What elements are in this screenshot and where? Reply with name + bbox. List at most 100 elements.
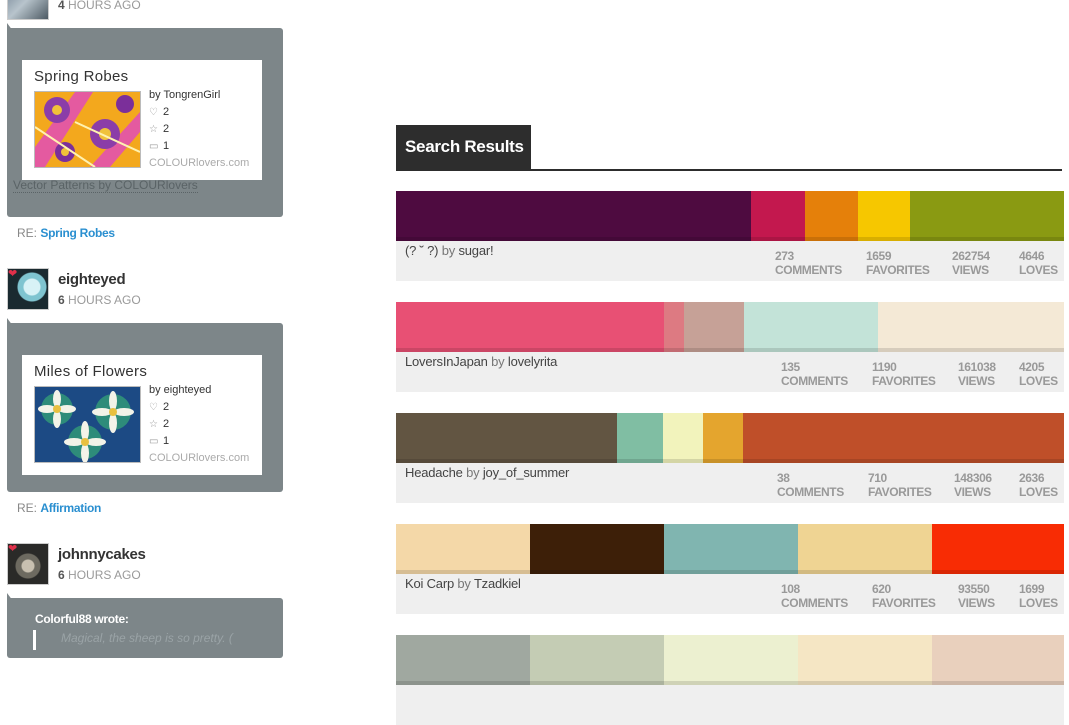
palette-result[interactable]: (? ˘ ?) by sugar! 273 COMMENTS 1659 FAVORITE…: [396, 191, 1064, 281]
color-swatch[interactable]: [396, 524, 530, 574]
stat-label: LOVES: [1019, 263, 1058, 277]
color-swatch[interactable]: [396, 413, 617, 463]
palette-author-link[interactable]: joy_of_summer: [483, 465, 569, 480]
site-name: COLOURlovers.com: [149, 157, 250, 169]
stat-value: 273: [775, 249, 794, 263]
favorites-count: 1659 FAVORITES: [866, 249, 930, 277]
group-link[interactable]: Vector Patterns by COLOURlovers: [13, 178, 198, 193]
pattern-preview[interactable]: Spring Robes by TongrenGirl ♡ 2 ☆ 2 ▭ 1 CO: [22, 60, 262, 180]
tab-underline: [396, 169, 1062, 171]
by-label: by: [457, 576, 471, 591]
pattern-title: Miles of Flowers: [34, 363, 148, 380]
shared-pattern-card[interactable]: Spring Robes by TongrenGirl ♡ 2 ☆ 2 ▭ 1 CO: [7, 23, 283, 217]
reply-reference: RE: Affirmation: [17, 501, 102, 515]
quote-bar: [33, 630, 36, 650]
color-swatch[interactable]: [932, 524, 1064, 574]
heart-icon: ♡: [149, 402, 158, 413]
palette-title: Headache by joy_of_summer: [405, 465, 569, 480]
comments-count: 135 COMMENTS: [781, 360, 848, 388]
pattern-thumbnail[interactable]: [34, 91, 141, 168]
views-count: 262754 VIEWS: [952, 249, 990, 277]
pattern-author: by TongrenGirl: [149, 89, 221, 101]
palette-result[interactable]: Koi Carp by Tzadkiel 108 COMMENTS 620 FAVORI…: [396, 524, 1064, 614]
palette-title-link[interactable]: Koi Carp: [405, 576, 454, 591]
comments-stat: ▭ 1: [149, 140, 170, 152]
activity-feed: 4 HOURS AGO Spring Robes by TongrenGirl: [0, 0, 300, 658]
color-swatch[interactable]: [396, 302, 664, 352]
avatar[interactable]: ❤: [7, 543, 49, 585]
loves-count: 1699 LOVES: [1019, 582, 1058, 610]
stat-label: VIEWS: [958, 374, 995, 388]
stat-value: 4646: [1019, 249, 1045, 263]
stat-value: 1659: [866, 249, 892, 263]
stat-label: LOVES: [1019, 374, 1058, 388]
reply-reference: RE: Spring Robes: [17, 226, 115, 240]
color-swatch[interactable]: [743, 413, 1064, 463]
star-icon: ☆: [149, 419, 158, 430]
color-swatch[interactable]: [617, 413, 663, 463]
palette-author-link[interactable]: Tzadkiel: [474, 576, 521, 591]
loves-count: 4205 LOVES: [1019, 360, 1058, 388]
by-label: by: [441, 243, 456, 258]
palette-result[interactable]: LoversInJapan by lovelyrita 135 COMMENTS 11…: [396, 302, 1064, 392]
reply-link[interactable]: Spring Robes: [40, 226, 115, 240]
color-swatch[interactable]: [910, 191, 1064, 241]
stat-value: 1190: [872, 360, 897, 374]
timestamp: 6 HOURS AGO: [58, 293, 141, 307]
pattern-title: Spring Robes: [34, 68, 129, 85]
palette-swatches[interactable]: [396, 302, 1064, 352]
palette-title-link[interactable]: Headache: [405, 465, 463, 480]
timestamp: 6 HOURS AGO: [58, 568, 141, 582]
comment-card: Colorful88 wrote: Magical, the sheep is …: [7, 593, 283, 658]
color-swatch[interactable]: [703, 413, 743, 463]
stat-label: FAVORITES: [866, 263, 930, 277]
favorites-count: 710 FAVORITES: [868, 471, 932, 499]
color-swatch[interactable]: [396, 191, 751, 241]
comments-stat: ▭ 1: [149, 435, 170, 447]
comments-count: 108 COMMENTS: [781, 582, 848, 610]
reply-link[interactable]: Affirmation: [40, 501, 101, 515]
color-swatch[interactable]: [805, 191, 858, 241]
color-swatch[interactable]: [751, 191, 805, 241]
color-swatch[interactable]: [684, 302, 744, 352]
color-swatch[interactable]: [664, 302, 684, 352]
color-swatch[interactable]: [664, 524, 798, 574]
palette-swatches[interactable]: [396, 524, 1064, 574]
stat-value: 108: [781, 582, 800, 596]
color-swatch[interactable]: [858, 191, 910, 241]
username-link[interactable]: eighteyed: [58, 271, 126, 288]
palette-swatches[interactable]: [396, 413, 1064, 463]
color-swatch[interactable]: [663, 413, 703, 463]
palette-result[interactable]: Headache by joy_of_summer 38 COMMENTS 710 FA…: [396, 413, 1064, 503]
stat-value: 4205: [1019, 360, 1045, 374]
heart-icon: ❤: [8, 268, 18, 280]
palette-author-link[interactable]: lovelyrita: [508, 354, 557, 369]
shared-pattern-card[interactable]: Miles of Flowers by eighteyed ♡ 2 ☆ 2 ▭ …: [7, 318, 283, 492]
pattern-author: by eighteyed: [149, 384, 212, 396]
palette-result[interactable]: [396, 635, 1064, 725]
pattern-thumbnail[interactable]: [34, 386, 141, 463]
palette-title-link[interactable]: (? ˘ ?): [405, 243, 438, 258]
color-swatch[interactable]: [744, 302, 878, 352]
palette-author-link[interactable]: sugar!: [458, 243, 493, 258]
avatar[interactable]: ❤: [7, 268, 49, 310]
stat-value: 161038: [958, 360, 996, 374]
stat-label: COMMENTS: [775, 263, 842, 277]
palette-swatches[interactable]: [396, 191, 1064, 241]
stat-label: COMMENTS: [777, 485, 844, 499]
avatar[interactable]: [7, 0, 49, 20]
pattern-preview[interactable]: Miles of Flowers by eighteyed ♡ 2 ☆ 2 ▭ …: [22, 355, 262, 475]
username-link[interactable]: johnnycakes: [58, 546, 146, 563]
color-swatch[interactable]: [530, 524, 664, 574]
color-swatch[interactable]: [878, 302, 1064, 352]
star-icon: ☆: [149, 124, 158, 135]
palette-title-link[interactable]: LoversInJapan: [405, 354, 488, 369]
heart-icon: ❤: [8, 543, 18, 555]
by-label: by: [491, 354, 505, 369]
comment-icon: ▭: [149, 436, 159, 447]
quote-author: Colorful88 wrote:: [35, 612, 129, 626]
stat-value: 93550: [958, 582, 990, 596]
comments-count: 273 COMMENTS: [775, 249, 842, 277]
color-swatch[interactable]: [798, 524, 932, 574]
tab-search-results[interactable]: Search Results: [396, 125, 531, 169]
